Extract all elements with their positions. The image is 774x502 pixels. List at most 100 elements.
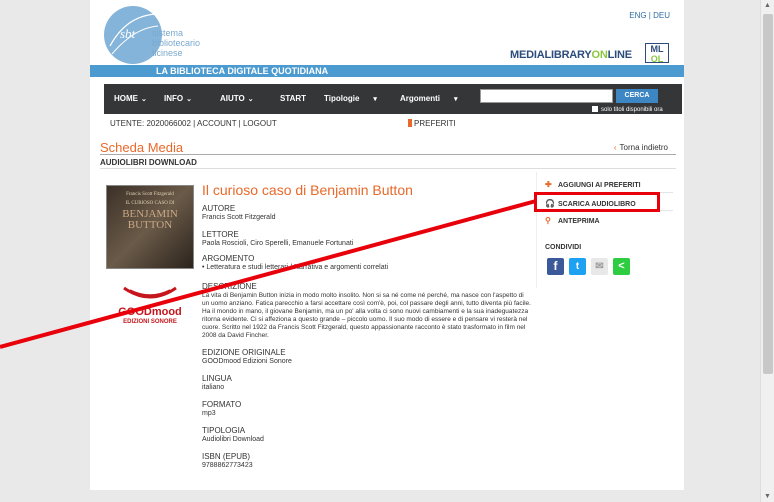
field-label: TIPOLOGIA bbox=[202, 426, 246, 435]
field-lingua: LINGUA italiano bbox=[202, 374, 232, 391]
field-value: Audiolibri Download bbox=[202, 436, 264, 443]
main-nav: HOME ⌄ INFO ⌄ AIUTO ⌄ START Tipologie ▾ Argo… bbox=[104, 84, 682, 114]
field-label: LETTORE bbox=[202, 230, 239, 239]
field-label: ISBN (EPUB) bbox=[202, 452, 251, 461]
badge-line: ML bbox=[650, 44, 664, 54]
nav-tipologie[interactable]: Tipologie ▾ bbox=[324, 94, 377, 103]
divider bbox=[100, 154, 676, 155]
action-label: AGGIUNGI AI PREFERITI bbox=[558, 182, 641, 189]
book-cover: Francis Scott Fitzgerald IL CURIOSO CASO… bbox=[106, 185, 194, 269]
field-descrizione: DESCRIZIONE La vita di Benjamin Button i… bbox=[202, 282, 532, 340]
publisher-wave-icon bbox=[123, 286, 177, 299]
cover-title: BUTTON bbox=[127, 219, 173, 231]
preferiti-label: PREFERITI bbox=[414, 119, 456, 128]
field-value: mp3 bbox=[202, 410, 216, 417]
field-value: italiano bbox=[202, 384, 225, 391]
book-title: Il curioso caso di Benjamin Button bbox=[202, 182, 413, 198]
only-available-checkbox[interactable]: solo titoli disponibili ora bbox=[592, 106, 663, 113]
badge-line: OL bbox=[650, 54, 664, 64]
action-label: ANTEPRIMA bbox=[558, 218, 600, 225]
field-value: La vita di Benjamin Button inizia in mod… bbox=[202, 292, 531, 339]
page-title: Scheda Media bbox=[100, 140, 184, 155]
field-label: ARGOMENTO bbox=[202, 254, 255, 263]
nav-label: AIUTO bbox=[220, 94, 245, 103]
field-value[interactable]: Paola Roscioli, Ciro Sperelli, Emanuele … bbox=[202, 240, 353, 247]
field-value[interactable]: • Letteratura e studi letterari / Narrat… bbox=[202, 264, 388, 271]
logo-letters: sbt bbox=[120, 26, 136, 41]
logo-text: sistema bibliotecario ticinese bbox=[152, 28, 200, 58]
annotation-highlight-box bbox=[534, 192, 660, 212]
nav-label: INFO bbox=[164, 94, 184, 103]
logo-line: ticinese bbox=[152, 48, 183, 58]
chevron-down-icon: ▾ bbox=[454, 96, 458, 103]
field-tipologia: TIPOLOGIA Audiolibri Download bbox=[202, 426, 264, 443]
site-tagline: LA BIBLIOTECA DIGITALE QUOTIDIANA bbox=[156, 66, 329, 76]
checkbox-label: solo titoli disponibili ora bbox=[601, 107, 663, 113]
field-isbn: ISBN (EPUB) 9788862773423 bbox=[202, 452, 253, 469]
email-share-icon[interactable]: ✉ bbox=[591, 258, 608, 275]
checkbox-icon bbox=[592, 106, 598, 112]
field-edizione: EDIZIONE ORIGINALE GOODmood Edizioni Son… bbox=[202, 348, 292, 365]
search-icon: ⚲ bbox=[545, 216, 551, 225]
scroll-down-icon[interactable]: ▼ bbox=[764, 493, 771, 500]
nav-label: Tipologie bbox=[324, 94, 360, 103]
field-label: LINGUA bbox=[202, 374, 232, 383]
ml-badge-logo: ML OL bbox=[645, 43, 669, 64]
search-input[interactable] bbox=[480, 89, 613, 103]
back-label: Torna indietro bbox=[619, 143, 668, 152]
preview-button[interactable]: ⚲ ANTEPRIMA bbox=[545, 216, 600, 225]
user-bar[interactable]: UTENTE: 2020066002 | ACCOUNT | LOGOUT bbox=[110, 119, 277, 128]
scroll-up-icon[interactable]: ▲ bbox=[764, 2, 771, 9]
field-label: DESCRIZIONE bbox=[202, 282, 257, 291]
actions-sidebar: ✚ AGGIUNGI AI PREFERITI 🎧 SCARICA AUDIOLIB… bbox=[536, 172, 676, 288]
share-heading: CONDIVIDI bbox=[545, 244, 582, 251]
field-label: EDIZIONE ORIGINALE bbox=[202, 348, 286, 357]
publisher-sub: EDIZIONI SONORE bbox=[123, 319, 177, 325]
field-value[interactable]: Francis Scott Fitzgerald bbox=[202, 214, 276, 221]
mlol-text: ON bbox=[591, 49, 608, 61]
divider bbox=[100, 168, 676, 169]
bookmark-icon bbox=[408, 119, 412, 127]
share-icon[interactable]: < bbox=[613, 258, 630, 275]
nav-start[interactable]: START bbox=[280, 94, 306, 103]
logo-line: sistema bbox=[152, 28, 184, 38]
chevron-down-icon: ▾ bbox=[373, 96, 377, 103]
vertical-scrollbar[interactable]: ▲ ▼ bbox=[760, 0, 774, 502]
cover-author: Francis Scott Fitzgerald bbox=[126, 192, 174, 197]
mlol-text: MEDIALIBRARY bbox=[510, 49, 592, 61]
preferiti-link[interactable]: PREFERITI bbox=[408, 119, 456, 128]
search-button[interactable]: CERCA bbox=[616, 89, 658, 103]
field-autore: AUTORE Francis Scott Fitzgerald bbox=[202, 204, 276, 221]
twitter-share-icon[interactable]: t bbox=[569, 258, 586, 275]
page-container: ENG | DEU sbt sistema bibliotecario tici… bbox=[90, 0, 684, 490]
scrollbar-thumb[interactable] bbox=[763, 14, 773, 374]
plus-icon: ✚ bbox=[545, 180, 552, 189]
chevron-down-icon: ⌄ bbox=[186, 96, 192, 103]
nav-label: Argomenti bbox=[400, 94, 440, 103]
field-argomento: ARGOMENTO • Letteratura e studi letterar… bbox=[202, 254, 388, 271]
language-links[interactable]: ENG | DEU bbox=[629, 11, 670, 20]
facebook-share-icon[interactable]: f bbox=[547, 258, 564, 275]
field-value: GOODmood Edizioni Sonore bbox=[202, 358, 292, 365]
field-lettore: LETTORE Paola Roscioli, Ciro Sperelli, E… bbox=[202, 230, 353, 247]
nav-argomenti[interactable]: Argomenti ▾ bbox=[400, 94, 458, 103]
field-label: FORMATO bbox=[202, 400, 242, 409]
publisher-logo: GOODmood EDIZIONI SONORE bbox=[106, 280, 194, 330]
field-label: AUTORE bbox=[202, 204, 236, 213]
nav-home[interactable]: HOME ⌄ bbox=[114, 94, 147, 103]
logo-line: bibliotecario bbox=[152, 38, 201, 48]
chevron-down-icon: ⌄ bbox=[247, 96, 254, 103]
publisher-name: GOODmood bbox=[118, 306, 182, 318]
subsection-title: AUDIOLIBRI DOWNLOAD bbox=[100, 158, 197, 167]
chevron-left-icon: ‹ bbox=[613, 143, 617, 152]
chevron-down-icon: ⌄ bbox=[141, 96, 147, 103]
field-value: 9788862773423 bbox=[202, 462, 253, 469]
back-link[interactable]: ‹ Torna indietro bbox=[614, 143, 668, 152]
nav-label: HOME bbox=[114, 94, 138, 103]
mlol-text: LINE bbox=[607, 49, 632, 61]
add-to-favorites-button[interactable]: ✚ AGGIUNGI AI PREFERITI bbox=[545, 180, 641, 189]
cover-title: IL CURIOSO CASO DI bbox=[125, 201, 175, 206]
nav-info[interactable]: INFO ⌄ bbox=[164, 94, 192, 103]
nav-aiuto[interactable]: AIUTO ⌄ bbox=[220, 94, 254, 103]
medialibraryonline-logo[interactable]: MEDIALIBRARYONLINE bbox=[510, 49, 632, 61]
